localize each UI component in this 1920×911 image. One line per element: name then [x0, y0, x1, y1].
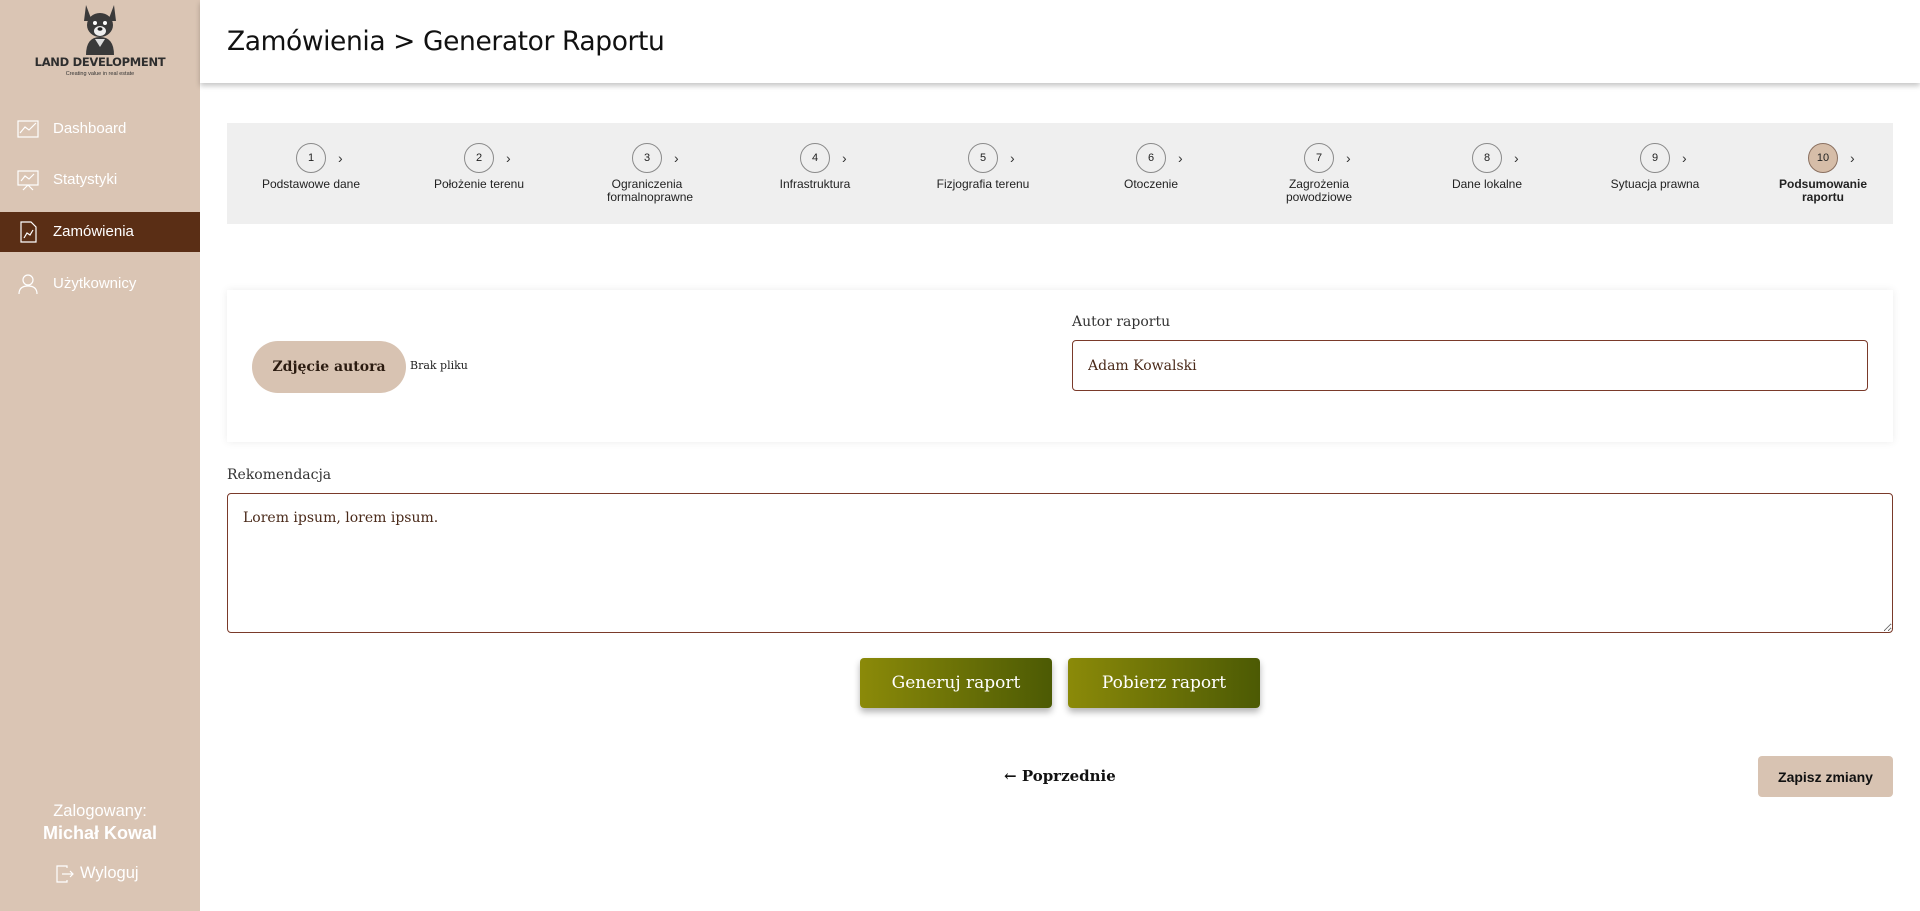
step-label: Infrastruktura: [779, 177, 851, 191]
sidebar-item-label: Zamówienia: [53, 223, 134, 240]
presentation-board-icon: [17, 170, 39, 191]
chevron-right-icon: ›: [338, 150, 343, 166]
step-8[interactable]: 8 › Dane lokalne: [1417, 123, 1557, 224]
step-2[interactable]: 2 › Położenie terenu: [409, 123, 549, 224]
step-6[interactable]: 6 › Otoczenie: [1081, 123, 1221, 224]
step-1[interactable]: 1 › Podstawowe dane: [241, 123, 381, 224]
step-label: Podstawowe dane: [261, 177, 361, 191]
step-number: 5: [968, 143, 998, 173]
step-label: Otoczenie: [1123, 177, 1179, 191]
chevron-right-icon: ›: [1178, 150, 1183, 166]
recommendation-textarea[interactable]: Lorem ipsum, lorem ipsum.: [227, 493, 1893, 633]
step-7[interactable]: 7 › Zagrożenia powodziowe: [1249, 123, 1389, 224]
step-number: 2: [464, 143, 494, 173]
previous-button[interactable]: ← Poprzednie: [1004, 767, 1116, 785]
document-chart-icon: [20, 221, 37, 243]
step-9[interactable]: 9 › Sytuacja prawna: [1585, 123, 1725, 224]
logged-user-name: Michał Kowal: [42, 823, 158, 843]
sidebar-item-uzytkownicy[interactable]: Użytkownicy: [0, 264, 200, 304]
step-number: 4: [800, 143, 830, 173]
sidebar-item-zamowienia[interactable]: Zamówienia: [0, 212, 200, 252]
step-number: 1: [296, 143, 326, 173]
stepper: 1 › Podstawowe dane 2 › Położenie terenu…: [227, 123, 1893, 224]
step-4[interactable]: 4 › Infrastruktura: [745, 123, 885, 224]
step-10[interactable]: 10 › Podsumowanie raportu: [1753, 123, 1893, 224]
recommendation-label: Rekomendacja: [227, 467, 332, 483]
step-number: 3: [632, 143, 662, 173]
author-label: Autor raportu: [1072, 314, 1171, 330]
brand-tagline: Creating value in real estate: [65, 71, 135, 77]
step-number: 10: [1808, 143, 1838, 173]
previous-label: Poprzednie: [1021, 767, 1116, 785]
page-title: Zamówienia > Generator Raportu: [227, 26, 665, 57]
chevron-right-icon: ›: [842, 150, 847, 166]
chart-line-icon: [17, 120, 39, 138]
chevron-right-icon: ›: [1514, 150, 1519, 166]
sidebar: LAND DEVELOPMENT Creating value in real …: [0, 0, 200, 911]
chevron-right-icon: ›: [1010, 150, 1015, 166]
chevron-right-icon: ›: [1682, 150, 1687, 166]
sidebar-item-statystyki[interactable]: Statystyki: [0, 160, 200, 200]
header: Zamówienia > Generator Raportu: [200, 0, 1920, 83]
step-number: 6: [1136, 143, 1166, 173]
chevron-right-icon: ›: [1346, 150, 1351, 166]
step-label: Zagrożenia powodziowe: [1285, 177, 1353, 204]
author-card: Zdjęcie autora Brak pliku Autor raportu: [227, 290, 1893, 442]
step-number: 8: [1472, 143, 1502, 173]
sidebar-item-label: Statystyki: [53, 171, 118, 188]
step-5[interactable]: 5 › Fizjografia terenu: [913, 123, 1053, 224]
step-number: 7: [1304, 143, 1334, 173]
chevron-right-icon: ›: [1850, 150, 1855, 166]
arrow-left-icon: ←: [1004, 767, 1017, 785]
sidebar-item-dashboard[interactable]: Dashboard: [0, 109, 200, 149]
step-label: Podsumowanie raportu: [1778, 177, 1867, 204]
step-label: Ograniczenia formalnoprawne: [607, 177, 694, 204]
user-icon: [18, 274, 38, 295]
step-label: Położenie terenu: [433, 177, 525, 191]
logged-label: Zalogowany:: [53, 802, 147, 820]
logout-icon: [56, 864, 74, 883]
logout-button[interactable]: Wyloguj: [56, 864, 139, 883]
download-report-button[interactable]: Pobierz raport: [1068, 658, 1260, 708]
logout-label: Wyloguj: [80, 864, 139, 882]
brand-name: LAND DEVELOPMENT: [34, 55, 166, 69]
sidebar-item-label: Dashboard: [53, 120, 127, 137]
step-label: Dane lokalne: [1451, 177, 1523, 191]
author-photo-button[interactable]: Zdjęcie autora: [252, 341, 406, 393]
step-label: Fizjografia terenu: [936, 177, 1030, 191]
step-3[interactable]: 3 › Ograniczenia formalnoprawne: [577, 123, 717, 224]
no-file-label: Brak pliku: [410, 359, 468, 372]
author-input[interactable]: [1072, 340, 1868, 391]
step-label: Sytuacja prawna: [1610, 177, 1700, 191]
save-changes-button[interactable]: Zapisz zmiany: [1758, 756, 1893, 797]
step-number: 9: [1640, 143, 1670, 173]
logo: LAND DEVELOPMENT Creating value in real …: [0, 0, 200, 84]
generate-report-button[interactable]: Generuj raport: [860, 658, 1052, 708]
chevron-right-icon: ›: [506, 150, 511, 166]
dog-logo-icon: [84, 5, 116, 55]
sidebar-item-label: Użytkownicy: [53, 275, 137, 292]
chevron-right-icon: ›: [674, 150, 679, 166]
